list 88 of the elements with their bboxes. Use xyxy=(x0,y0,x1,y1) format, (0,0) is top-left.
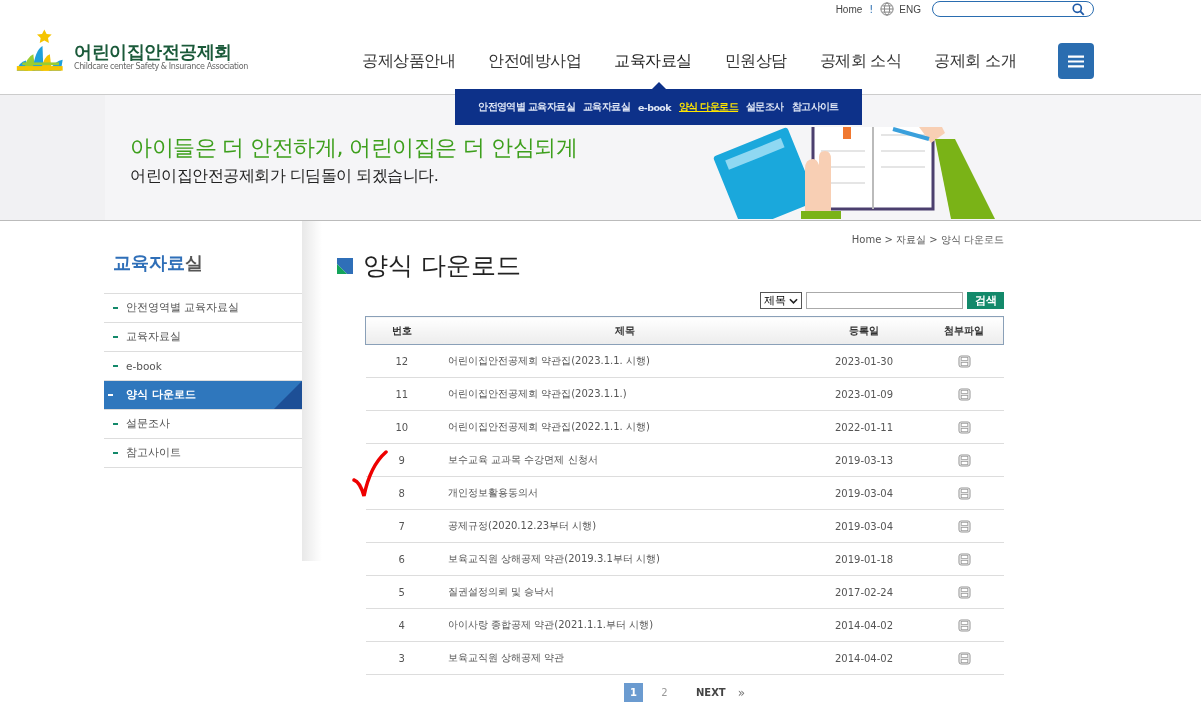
sidebar-item-label: 양식 다운로드 xyxy=(126,388,196,402)
sidebar-item-label: 설문조사 xyxy=(126,417,170,431)
page-title: 양식 다운로드 xyxy=(363,250,521,282)
search-category-select[interactable]: 제목 xyxy=(760,292,802,309)
banner-headline: 아이들은 더 안전하게, 어린이집은 더 안심되게 xyxy=(130,134,578,162)
table-cell[interactable]: 아이사랑 종합공제 약관(2021.1.1.부터 시행) xyxy=(438,608,803,642)
table-cell: 12 xyxy=(365,344,438,378)
table-cell[interactable]: 개인정보활용동의서 xyxy=(438,476,803,510)
title-icon xyxy=(337,257,353,274)
sidebar-item-label: e-book xyxy=(126,360,162,372)
nav-item[interactable]: 공제회 소식 xyxy=(819,51,902,72)
submenu-item[interactable]: e-book xyxy=(638,101,671,113)
sidebar-item[interactable]: 참고사이트 xyxy=(104,439,302,468)
nav-item[interactable]: 공제상품안내 xyxy=(362,51,455,72)
home-link[interactable]: Home xyxy=(835,3,863,15)
submenu-item[interactable]: 설문조사 xyxy=(746,100,784,114)
table-cell: 9 xyxy=(365,443,438,477)
save-icon[interactable] xyxy=(957,387,971,401)
table-cell: 3 xyxy=(365,641,438,675)
chevron-icon[interactable] xyxy=(789,297,798,304)
table-cell: 2022-01-11 xyxy=(803,410,925,444)
search-button[interactable]: 검색 xyxy=(967,292,1004,309)
column-header: 번호 xyxy=(365,316,438,345)
sidebar-title: 교육자료실 xyxy=(113,251,204,275)
save-icon[interactable] xyxy=(957,651,971,665)
table-cell: 5 xyxy=(365,575,438,609)
save-icon[interactable] xyxy=(957,519,971,533)
submenu-item[interactable]: 안전영역별 교육자료실 xyxy=(478,100,575,114)
table-cell: 6 xyxy=(365,542,438,576)
table-cell[interactable]: 보육교직원 상해공제 약관 xyxy=(438,641,803,675)
save-icon[interactable] xyxy=(957,354,971,368)
table-cell: 2019-03-04 xyxy=(803,509,925,543)
table-cell: 2023-01-30 xyxy=(803,344,925,378)
table-cell: 7 xyxy=(365,509,438,543)
nav-item[interactable]: 공제회 소개 xyxy=(934,51,1017,72)
table-cell: 4 xyxy=(365,608,438,642)
language-link[interactable]: ENG xyxy=(899,3,921,15)
submenu-item[interactable]: 양식 다운로드 xyxy=(679,100,739,114)
table-cell: 2019-03-04 xyxy=(803,476,925,510)
table-cell[interactable]: 보수교육 교과목 수강면제 신청서 xyxy=(438,443,803,477)
nav-item[interactable]: 교육자료실 xyxy=(614,51,692,72)
table-cell: 2019-01-18 xyxy=(803,542,925,576)
table-cell[interactable]: 공제규정(2020.12.23부터 시행) xyxy=(438,509,803,543)
save-icon[interactable] xyxy=(957,618,971,632)
column-header: 등록일 xyxy=(803,316,925,345)
table-cell[interactable]: 어린이집안전공제회 약관집(2022.1.1. 시행) xyxy=(438,410,803,444)
save-icon[interactable] xyxy=(957,453,971,467)
menu-button[interactable] xyxy=(1058,43,1094,79)
breadcrumb: Home > 자료실 > 양식 다운로드 xyxy=(850,233,1004,247)
search-icon[interactable] xyxy=(1072,2,1085,16)
menu-icon[interactable] xyxy=(1068,54,1084,68)
save-icon[interactable] xyxy=(957,420,971,434)
submenu-item[interactable]: 교육자료실 xyxy=(583,100,630,114)
separator: ! xyxy=(869,3,874,15)
logo-name: 어린이집안전공제회 xyxy=(74,42,232,62)
logo-subtitle: Childcare center Safety & Insurance Association xyxy=(74,62,248,71)
sidebar-item[interactable]: 양식 다운로드 xyxy=(104,381,302,410)
column-header: 첨부파일 xyxy=(925,316,1004,345)
table-cell[interactable]: 어린이집안전공제회 약관집(2023.1.1. 시행) xyxy=(438,344,803,378)
sidebar-item[interactable]: 교육자료실 xyxy=(104,323,302,352)
table-cell: 2019-03-13 xyxy=(803,443,925,477)
table-cell: 2014-04-02 xyxy=(803,608,925,642)
sidebar-item-label: 안전영역별 교육자료실 xyxy=(126,301,240,315)
table-cell: 2023-01-09 xyxy=(803,377,925,411)
save-icon[interactable] xyxy=(957,585,971,599)
table-cell[interactable]: 어린이집안전공제회 약관집(2023.1.1.) xyxy=(438,377,803,411)
submenu-item[interactable]: 참고사이트 xyxy=(791,100,839,114)
table-cell: 2017-02-24 xyxy=(803,575,925,609)
banner-subline: 어린이집안전공제회가 디딤돌이 되겠습니다. xyxy=(130,166,440,187)
sidebar-item[interactable]: 안전영역별 교육자료실 xyxy=(104,294,302,323)
table-cell: 10 xyxy=(365,410,438,444)
next-link[interactable]: NEXT xyxy=(695,687,726,698)
nav-item[interactable]: 안전예방사업 xyxy=(488,51,581,72)
globe-icon xyxy=(880,2,895,16)
save-icon[interactable] xyxy=(957,552,971,566)
table-cell[interactable]: 질권설정의뢰 및 승낙서 xyxy=(438,575,803,609)
table-cell: 8 xyxy=(365,476,438,510)
save-icon[interactable] xyxy=(957,486,971,500)
sidebar-item-label: 참고사이트 xyxy=(126,446,181,460)
table-cell[interactable]: 보육교직원 상해공제 약관(2019.3.1부터 시행) xyxy=(438,542,803,576)
search-input[interactable] xyxy=(806,292,963,309)
sidebar-item-label: 교육자료실 xyxy=(126,330,181,344)
table-cell: 11 xyxy=(365,377,438,411)
column-header: 제목 xyxy=(438,316,803,345)
table-cell: 2014-04-02 xyxy=(803,641,925,675)
last-page-link[interactable]: » xyxy=(737,685,746,700)
sidebar-item[interactable]: 설문조사 xyxy=(104,410,302,439)
nav-item[interactable]: 민원상담 xyxy=(724,51,787,72)
